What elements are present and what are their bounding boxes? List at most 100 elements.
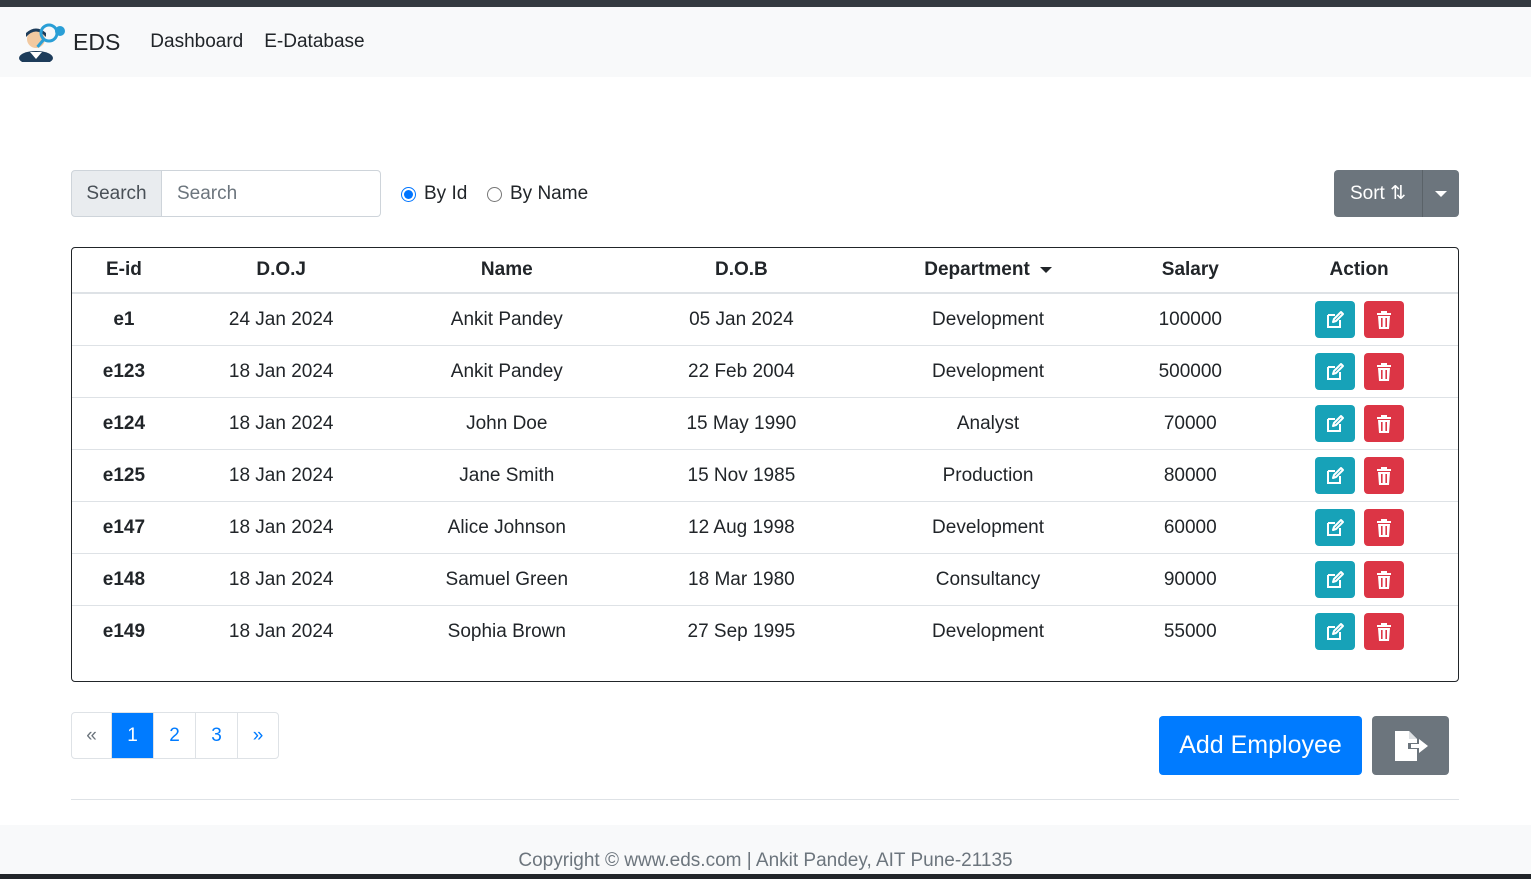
- cell-doj: 18 Jan 2024: [228, 620, 334, 642]
- edit-button[interactable]: [1314, 561, 1355, 598]
- edit-icon: [1325, 362, 1345, 382]
- delete-button[interactable]: [1363, 613, 1404, 650]
- cell-salary: 90000: [1120, 553, 1261, 606]
- bottom-window-strip: [0, 874, 1531, 879]
- cell-eid: e147: [72, 501, 176, 554]
- trash-icon: [1375, 310, 1393, 330]
- trash-icon: [1375, 570, 1393, 590]
- page-prev[interactable]: «: [72, 713, 112, 758]
- nav-link-dashboard[interactable]: Dashboard: [150, 31, 243, 53]
- edit-icon: [1325, 414, 1345, 434]
- radio-by-name-button[interactable]: [487, 186, 502, 202]
- cell-name: Ankit Pandey: [386, 345, 628, 398]
- delete-button[interactable]: [1363, 457, 1404, 494]
- edit-button[interactable]: [1314, 301, 1355, 338]
- edit-icon: [1325, 622, 1345, 642]
- action-buttons: [1260, 450, 1458, 501]
- action-buttons: [1260, 502, 1458, 553]
- cell-dob: 18 Mar 1980: [627, 553, 856, 606]
- page-2[interactable]: 2: [154, 713, 196, 758]
- radio-by-name[interactable]: By Name: [487, 183, 588, 205]
- brand-name[interactable]: EDS: [73, 29, 120, 56]
- radio-by-id[interactable]: By Id: [401, 183, 467, 205]
- edit-button[interactable]: [1314, 509, 1355, 546]
- cell-action: [1260, 449, 1458, 502]
- edit-icon: [1325, 570, 1345, 590]
- cell-salary: 80000: [1120, 449, 1261, 502]
- cell-department: Development: [855, 345, 1121, 398]
- trash-icon: [1375, 414, 1393, 434]
- nav-link-e-database[interactable]: E-Database: [264, 31, 364, 53]
- search-input[interactable]: [162, 170, 381, 217]
- header-name: Name: [386, 248, 628, 294]
- edit-button[interactable]: [1314, 353, 1355, 390]
- table-row: e148 18 Jan 2024 Samuel Green 18 Mar 1980 Co…: [72, 553, 1458, 606]
- cell-department: Production: [855, 449, 1121, 502]
- cell-salary: 100000: [1120, 293, 1261, 346]
- sort-dropdown-toggle[interactable]: [1423, 170, 1459, 217]
- delete-button[interactable]: [1363, 405, 1404, 442]
- cell-action: [1260, 397, 1458, 450]
- cell-eid: e124: [72, 397, 176, 450]
- cell-doj: 18 Jan 2024: [175, 449, 387, 502]
- table-row: e1 24 Jan 2024 Ankit Pandey 05 Jan 2024 Deve…: [72, 293, 1458, 346]
- radio-by-id-label[interactable]: By Id: [424, 183, 467, 205]
- edit-button[interactable]: [1314, 613, 1355, 650]
- cell-doj: 18 Jan 2024: [175, 397, 387, 450]
- cell-dob: 27 Sep 1995: [687, 620, 796, 642]
- chevron-down-icon: [1435, 190, 1447, 197]
- cell-dob: 22 Feb 2004: [627, 345, 856, 398]
- header-action: Action: [1260, 248, 1458, 294]
- table-row: e147 18 Jan 2024 Alice Johnson 12 Aug 1998 D…: [72, 501, 1458, 554]
- footer-copyright: Copyright © www.eds.com | Ankit Pandey, …: [518, 850, 1013, 871]
- cell-action: [1260, 345, 1458, 398]
- cell-action: [1260, 606, 1458, 658]
- sign-out-icon: [1394, 730, 1428, 761]
- table-row: e149 18 Jan 2024 Sophia Brown 27 Sep 1995 De…: [72, 606, 1458, 658]
- header-doj: D.O.J: [175, 248, 387, 294]
- page-next[interactable]: »: [238, 713, 278, 758]
- cell-department: Development: [932, 620, 1044, 642]
- cell-eid: e1: [72, 293, 176, 346]
- table-row: e123 18 Jan 2024 Ankit Pandey 22 Feb 2004 De…: [72, 345, 1458, 398]
- delete-button[interactable]: [1363, 301, 1404, 338]
- cell-dob: 15 May 1990: [627, 397, 856, 450]
- navbar: EDS Dashboard E-Database: [0, 7, 1531, 77]
- logout-button[interactable]: [1372, 716, 1449, 775]
- radio-by-id-button[interactable]: [401, 186, 416, 202]
- delete-button[interactable]: [1363, 561, 1404, 598]
- employee-table-container: E-id D.O.J Name D.O.B Department Salary …: [71, 247, 1459, 682]
- cell-dob: 15 Nov 1985: [627, 449, 856, 502]
- page-3[interactable]: 3: [196, 713, 238, 758]
- edit-icon: [1325, 310, 1345, 330]
- delete-button[interactable]: [1363, 509, 1404, 546]
- cell-salary: 500000: [1120, 345, 1261, 398]
- edit-button[interactable]: [1314, 405, 1355, 442]
- action-buttons: [1260, 346, 1458, 397]
- header-dob: D.O.B: [627, 248, 856, 294]
- trash-icon: [1375, 466, 1393, 486]
- edit-button[interactable]: [1314, 457, 1355, 494]
- cell-department: Development: [855, 501, 1121, 554]
- cell-name: Alice Johnson: [386, 501, 628, 554]
- employee-table: E-id D.O.J Name D.O.B Department Salary …: [72, 248, 1458, 657]
- sort-dropdown: Sort ⇅: [1334, 170, 1459, 217]
- header-department[interactable]: Department: [855, 248, 1121, 294]
- cell-doj: 24 Jan 2024: [175, 293, 387, 346]
- chevron-down-icon: [1039, 267, 1052, 273]
- page-1[interactable]: 1: [112, 713, 154, 758]
- cell-eid: e125: [72, 449, 176, 502]
- search-addon-label: Search: [71, 170, 162, 217]
- divider: [71, 799, 1459, 800]
- cell-name: Sophia Brown: [447, 620, 566, 642]
- radio-by-name-label[interactable]: By Name: [510, 183, 588, 205]
- table-body: e1 24 Jan 2024 Ankit Pandey 05 Jan 2024 Deve…: [72, 293, 1458, 657]
- cell-eid: e149: [102, 620, 146, 642]
- cell-dob: 05 Jan 2024: [627, 293, 856, 346]
- delete-button[interactable]: [1363, 353, 1404, 390]
- department-filter[interactable]: Department: [924, 259, 1052, 281]
- cell-doj: 18 Jan 2024: [175, 501, 387, 554]
- sort-button[interactable]: Sort ⇅: [1334, 170, 1423, 217]
- brand[interactable]: EDS: [16, 22, 150, 62]
- add-employee-button[interactable]: Add Employee: [1159, 716, 1362, 775]
